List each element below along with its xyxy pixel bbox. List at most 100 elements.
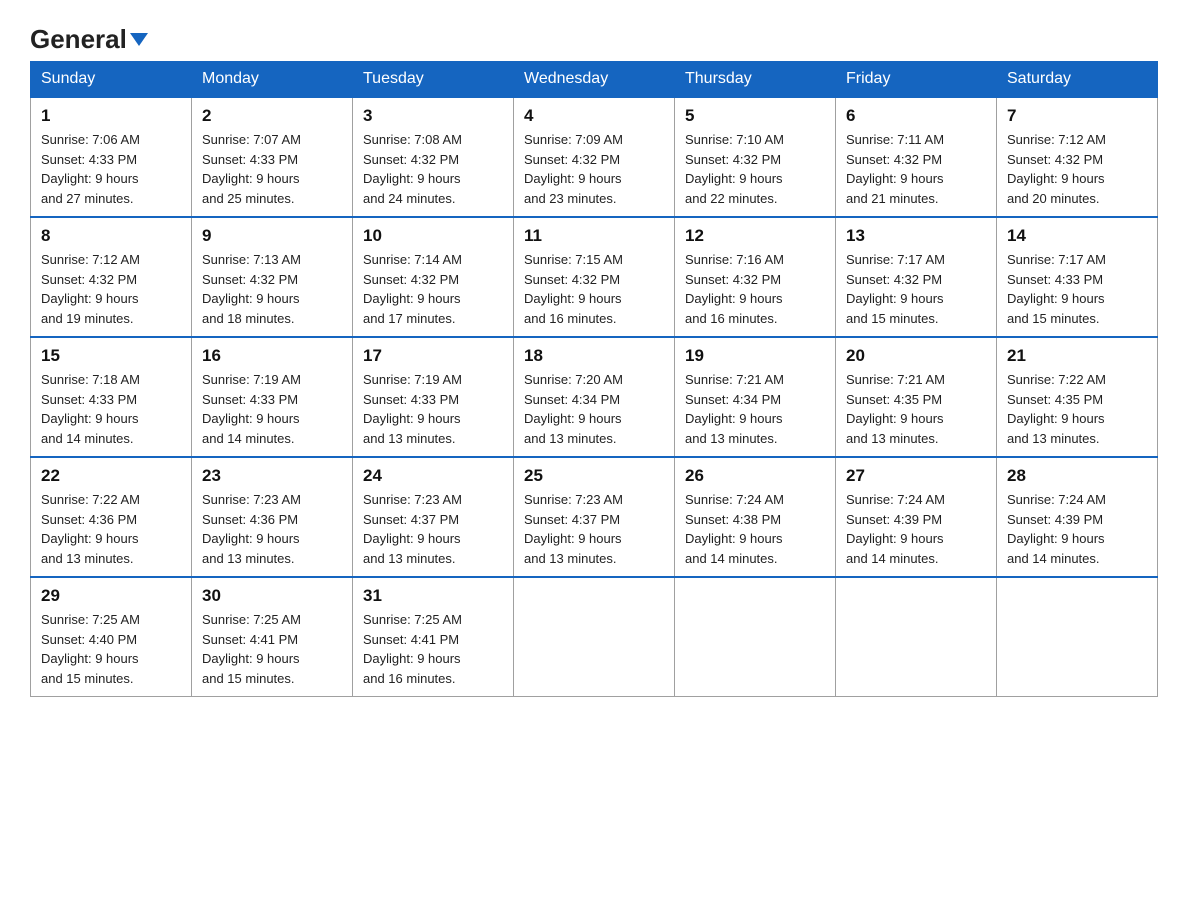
day-number: 7 bbox=[1007, 106, 1147, 126]
calendar-cell: 2Sunrise: 7:07 AMSunset: 4:33 PMDaylight… bbox=[192, 97, 353, 217]
day-info-line: Daylight: 9 hours bbox=[363, 171, 461, 186]
day-info-line: Daylight: 9 hours bbox=[524, 531, 622, 546]
calendar-cell: 25 Sunrise: 7:23 AMSunset: 4:37 PMDayligh… bbox=[514, 457, 675, 577]
day-info-line: Daylight: 9 hours bbox=[524, 411, 622, 426]
day-info-line: Daylight: 9 hours bbox=[363, 651, 461, 666]
day-info: Sunrise: 7:24 AMSunset: 4:39 PMDaylight:… bbox=[1007, 490, 1147, 568]
day-info-line: Sunset: 4:32 PM bbox=[846, 272, 942, 287]
day-info-line: and 13 minutes. bbox=[202, 551, 295, 566]
calendar-cell: 20Sunrise: 7:21 AMSunset: 4:35 PMDayligh… bbox=[836, 337, 997, 457]
weekday-header-saturday: Saturday bbox=[997, 62, 1158, 98]
day-number: 13 bbox=[846, 226, 986, 246]
day-info-line: Sunset: 4:41 PM bbox=[363, 632, 459, 647]
day-number: 19 bbox=[685, 346, 825, 366]
calendar-week-row: 22Sunrise: 7:22 AMSunset: 4:36 PMDayligh… bbox=[31, 457, 1158, 577]
day-info-line: and 16 minutes. bbox=[524, 311, 617, 326]
day-info-line: Sunrise: 7:19 AM bbox=[363, 372, 462, 387]
day-number: 26 bbox=[685, 466, 825, 486]
day-info: Sunrise: 7:24 AMSunset: 4:39 PMDaylight:… bbox=[846, 490, 986, 568]
day-info-line: Sunset: 4:33 PM bbox=[363, 392, 459, 407]
day-number: 16 bbox=[202, 346, 342, 366]
day-info-line: and 13 minutes. bbox=[363, 431, 456, 446]
day-info-line: Daylight: 9 hours bbox=[1007, 171, 1105, 186]
day-number: 27 bbox=[846, 466, 986, 486]
calendar-body: 1Sunrise: 7:06 AMSunset: 4:33 PMDaylight… bbox=[31, 97, 1158, 697]
day-info-line: Sunset: 4:32 PM bbox=[1007, 152, 1103, 167]
calendar-cell bbox=[514, 577, 675, 697]
day-info-line: Daylight: 9 hours bbox=[846, 171, 944, 186]
day-info-line: Daylight: 9 hours bbox=[1007, 411, 1105, 426]
day-number: 17 bbox=[363, 346, 503, 366]
calendar-cell: 1Sunrise: 7:06 AMSunset: 4:33 PMDaylight… bbox=[31, 97, 192, 217]
day-info: Sunrise: 7:18 AMSunset: 4:33 PMDaylight:… bbox=[41, 370, 181, 448]
day-info-line: Daylight: 9 hours bbox=[202, 651, 300, 666]
calendar-cell bbox=[997, 577, 1158, 697]
day-info-line: Daylight: 9 hours bbox=[363, 411, 461, 426]
day-info-line: Sunset: 4:39 PM bbox=[1007, 512, 1103, 527]
logo: General bbox=[30, 24, 148, 51]
day-info-line: and 19 minutes. bbox=[41, 311, 134, 326]
day-info-line: Sunset: 4:35 PM bbox=[1007, 392, 1103, 407]
day-info: Sunrise: 7:19 AMSunset: 4:33 PMDaylight:… bbox=[202, 370, 342, 448]
day-number: 5 bbox=[685, 106, 825, 126]
day-info-line: Sunset: 4:33 PM bbox=[41, 152, 137, 167]
day-info: Sunrise: 7:17 AMSunset: 4:32 PMDaylight:… bbox=[846, 250, 986, 328]
day-info-line: and 13 minutes. bbox=[363, 551, 456, 566]
weekday-header-friday: Friday bbox=[836, 62, 997, 98]
day-info-line: Daylight: 9 hours bbox=[524, 171, 622, 186]
day-info-line: Sunrise: 7:25 AM bbox=[202, 612, 301, 627]
day-info-line: Sunset: 4:32 PM bbox=[363, 272, 459, 287]
calendar-cell: 28Sunrise: 7:24 AMSunset: 4:39 PMDayligh… bbox=[997, 457, 1158, 577]
calendar-cell: 7 Sunrise: 7:12 AM Sunset: 4:32 PM Daylight… bbox=[997, 97, 1158, 217]
day-info: Sunrise: 7:25 AMSunset: 4:41 PMDaylight:… bbox=[363, 610, 503, 688]
calendar-cell: 30Sunrise: 7:25 AMSunset: 4:41 PMDayligh… bbox=[192, 577, 353, 697]
calendar-cell: 31Sunrise: 7:25 AMSunset: 4:41 PMDayligh… bbox=[353, 577, 514, 697]
day-info: Sunrise: 7:14 AMSunset: 4:32 PMDaylight:… bbox=[363, 250, 503, 328]
day-info-line: Sunrise: 7:12 AM bbox=[41, 252, 140, 267]
day-info-line: Sunrise: 7:16 AM bbox=[685, 252, 784, 267]
day-info-line: Sunset: 4:36 PM bbox=[202, 512, 298, 527]
day-number: 25 bbox=[524, 466, 664, 486]
day-info-line: Sunrise: 7:25 AM bbox=[41, 612, 140, 627]
day-info-line: and 15 minutes. bbox=[1007, 311, 1100, 326]
day-number: 15 bbox=[41, 346, 181, 366]
weekday-header-tuesday: Tuesday bbox=[353, 62, 514, 98]
day-info-line: Sunrise: 7:12 AM bbox=[1007, 132, 1106, 147]
day-info: Sunrise: 7:24 AMSunset: 4:38 PMDaylight:… bbox=[685, 490, 825, 568]
day-info-line: and 16 minutes. bbox=[363, 671, 456, 686]
day-info: Sunrise: 7:11 AMSunset: 4:32 PMDaylight:… bbox=[846, 130, 986, 208]
day-number: 4 bbox=[524, 106, 664, 126]
day-info-line: Daylight: 9 hours bbox=[524, 291, 622, 306]
day-info-line: and 18 minutes. bbox=[202, 311, 295, 326]
day-info: Sunrise: 7:21 AMSunset: 4:34 PMDaylight:… bbox=[685, 370, 825, 448]
day-info-line: Daylight: 9 hours bbox=[41, 531, 139, 546]
day-info: Sunrise: 7:12 AMSunset: 4:32 PMDaylight:… bbox=[41, 250, 181, 328]
day-info-line: Sunrise: 7:24 AM bbox=[1007, 492, 1106, 507]
day-info: Sunrise: 7:20 AMSunset: 4:34 PMDaylight:… bbox=[524, 370, 664, 448]
day-info-line: Sunrise: 7:09 AM bbox=[524, 132, 623, 147]
day-info-line: Sunset: 4:37 PM bbox=[363, 512, 459, 527]
day-info: Sunrise: 7:10 AMSunset: 4:32 PMDaylight:… bbox=[685, 130, 825, 208]
day-number: 8 bbox=[41, 226, 181, 246]
day-info-line: and 21 minutes. bbox=[846, 191, 939, 206]
day-info-line: Sunset: 4:38 PM bbox=[685, 512, 781, 527]
day-info-line: Daylight: 9 hours bbox=[202, 291, 300, 306]
day-info-line: Sunset: 4:32 PM bbox=[846, 152, 942, 167]
calendar-week-row: 1Sunrise: 7:06 AMSunset: 4:33 PMDaylight… bbox=[31, 97, 1158, 217]
day-info: Sunrise: 7:25 AMSunset: 4:40 PMDaylight:… bbox=[41, 610, 181, 688]
day-info-line: Sunset: 4:33 PM bbox=[202, 392, 298, 407]
day-info-line: Sunrise: 7:17 AM bbox=[1007, 252, 1106, 267]
calendar-cell: 18 Sunrise: 7:20 AMSunset: 4:34 PMDayligh… bbox=[514, 337, 675, 457]
day-info-line: and 13 minutes. bbox=[524, 551, 617, 566]
day-info-line: Sunset: 4:33 PM bbox=[1007, 272, 1103, 287]
day-info-line: Sunset: 4:34 PM bbox=[524, 392, 620, 407]
calendar-week-row: 15 Sunrise: 7:18 AMSunset: 4:33 PMDayligh… bbox=[31, 337, 1158, 457]
day-info: Sunrise: 7:23 AMSunset: 4:37 PMDaylight:… bbox=[524, 490, 664, 568]
calendar-cell: 12Sunrise: 7:16 AMSunset: 4:32 PMDayligh… bbox=[675, 217, 836, 337]
day-info: Sunrise: 7:23 AMSunset: 4:37 PMDaylight:… bbox=[363, 490, 503, 568]
day-info: Sunrise: 7:07 AMSunset: 4:33 PMDaylight:… bbox=[202, 130, 342, 208]
day-info-line: and 14 minutes. bbox=[202, 431, 295, 446]
day-number: 22 bbox=[41, 466, 181, 486]
day-info-line: Daylight: 9 hours bbox=[846, 291, 944, 306]
day-number: 18 bbox=[524, 346, 664, 366]
